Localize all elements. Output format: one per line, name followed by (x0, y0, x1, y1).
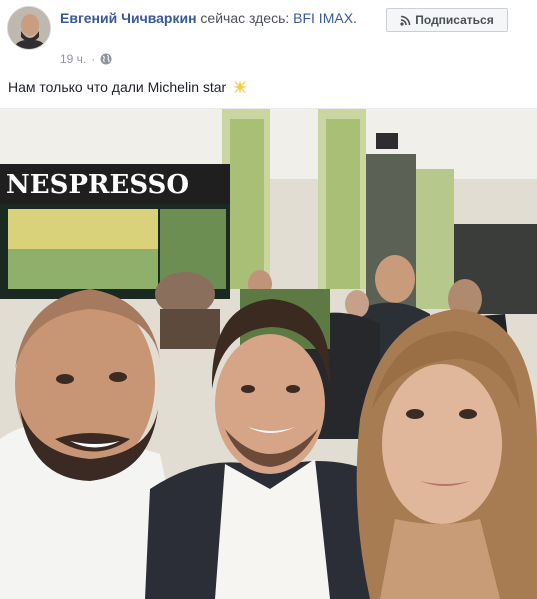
globe-icon[interactable] (100, 53, 112, 65)
subscribe-button[interactable]: Подписаться (386, 8, 508, 32)
post-meta: 19 ч. · (60, 51, 112, 67)
author-avatar[interactable] (7, 6, 51, 50)
post-header: Евгений Чичваркин сейчас здесь: BFI IMAX… (0, 0, 537, 72)
meta-separator: · (91, 52, 96, 66)
sparkle-icon (232, 79, 248, 95)
post-photo[interactable]: NESPRESSO (0, 109, 537, 599)
facebook-post: Евгений Чичваркин сейчас здесь: BFI IMAX… (0, 0, 537, 599)
post-message-text: Нам только что дали Michelin star (8, 79, 227, 95)
nespresso-sign: NESPRESSO (6, 170, 189, 200)
post-message: Нам только что дали Michelin star (8, 79, 248, 95)
subscribe-label: Подписаться (415, 13, 494, 27)
checkin-text: сейчас здесь: (196, 10, 294, 26)
author-name-link[interactable]: Евгений Чичваркин (60, 10, 197, 26)
place-link[interactable]: BFI IMAX. (293, 10, 357, 26)
post-timestamp[interactable]: 19 ч. (60, 52, 86, 66)
rss-icon (400, 15, 411, 26)
post-title-line: Евгений Чичваркин сейчас здесь: BFI IMAX… (60, 9, 380, 28)
